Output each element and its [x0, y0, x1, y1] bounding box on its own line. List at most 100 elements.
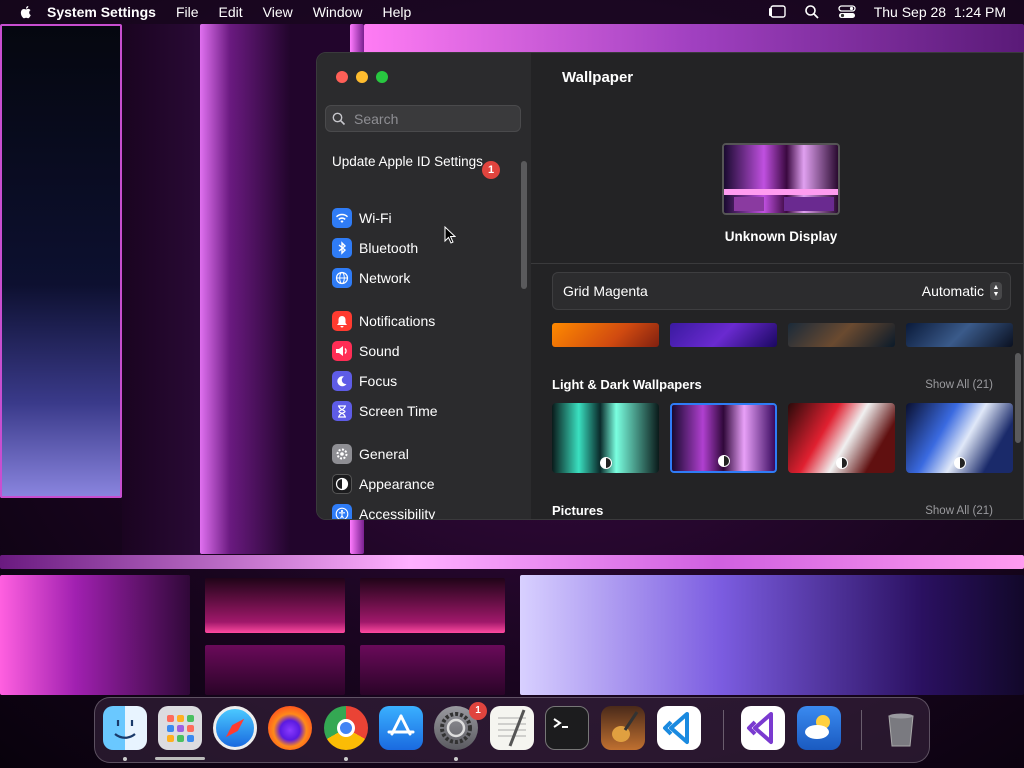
finder-icon[interactable]: [103, 706, 147, 750]
sidebar-item-screen-time[interactable]: Screen Time: [332, 400, 438, 422]
apple-id-badge: 1: [482, 161, 500, 179]
wallpaper-thumbnail[interactable]: [788, 323, 895, 347]
wallpaper-thumbnail[interactable]: [906, 323, 1013, 347]
sidebar-scrollbar[interactable]: [521, 161, 527, 289]
speaker-icon: [332, 341, 352, 361]
bluetooth-icon: [332, 238, 352, 258]
zoom-window-button[interactable]: [376, 71, 388, 83]
sidebar-item-sound[interactable]: Sound: [332, 340, 399, 362]
running-indicator: [123, 757, 127, 761]
section-title-light-dark: Light & Dark Wallpapers: [552, 377, 702, 392]
menu-help[interactable]: Help: [383, 4, 412, 20]
light-dark-icon: [835, 457, 848, 469]
wallpaper-thumbnail[interactable]: [552, 323, 659, 347]
system-settings-badge: 1: [469, 702, 487, 720]
safari-icon[interactable]: [213, 706, 257, 750]
light-dark-icon: [953, 457, 966, 469]
spotlight-search-icon[interactable]: [804, 4, 820, 20]
display-preview: [722, 143, 840, 215]
garageband-icon[interactable]: [601, 706, 645, 750]
sidebar-item-label: General: [359, 446, 409, 462]
minimize-window-button[interactable]: [356, 71, 368, 83]
show-all-button[interactable]: Show All (21): [925, 379, 993, 391]
running-indicator: [344, 757, 348, 761]
dock-scroll-indicator: [155, 757, 205, 760]
wallpaper-tile[interactable]: [906, 403, 1013, 473]
sidebar-item-label: Notifications: [359, 313, 436, 329]
sidebar-item-label: Bluetooth: [359, 240, 419, 256]
menu-window[interactable]: Window: [313, 4, 363, 20]
sidebar-search[interactable]: [325, 105, 521, 132]
divider: [531, 263, 1023, 264]
weather-icon[interactable]: [797, 706, 841, 750]
search-input[interactable]: [352, 109, 516, 128]
accessibility-icon: [332, 504, 352, 519]
apple-menu-icon[interactable]: [18, 4, 34, 20]
gear-icon: [332, 444, 352, 464]
chrome-icon[interactable]: [324, 706, 368, 750]
menu-view[interactable]: View: [263, 4, 293, 20]
section-title-pictures: Pictures: [552, 503, 604, 518]
wallpaper-selector-row: Grid Magenta Automatic ▲ ▼: [552, 272, 1011, 310]
menu-bar: System Settings File Edit View Window He…: [0, 0, 1024, 24]
sidebar-item-wifi[interactable]: Wi-Fi: [332, 207, 392, 229]
menu-edit[interactable]: Edit: [219, 4, 243, 20]
wallpaper-tile-selected[interactable]: [670, 403, 777, 473]
appearance-mode-value: Automatic: [921, 283, 984, 299]
app-store-icon[interactable]: [379, 706, 423, 750]
light-dark-icon: [599, 457, 612, 469]
light-dark-icon: [717, 455, 730, 467]
wallpaper-name: Grid Magenta: [563, 283, 648, 299]
control-center-icon[interactable]: [838, 5, 856, 19]
vscode-icon[interactable]: [657, 706, 701, 750]
sidebar-item-accessibility[interactable]: Accessibility: [332, 503, 435, 519]
launchpad-icon[interactable]: [158, 706, 202, 750]
dock: 1: [94, 697, 930, 763]
sidebar-item-label: Network: [359, 270, 411, 286]
moon-icon: [332, 371, 352, 391]
textedit-icon[interactable]: [490, 706, 534, 750]
display-name: Unknown Display: [724, 229, 838, 244]
dock-separator: [723, 710, 724, 750]
show-all-button[interactable]: Show All (21): [925, 505, 993, 517]
wallpaper-thumbnail[interactable]: [670, 323, 777, 347]
sidebar-item-bluetooth[interactable]: Bluetooth: [332, 237, 418, 259]
sidebar-item-general[interactable]: General: [332, 443, 409, 465]
visual-studio-icon[interactable]: [741, 706, 785, 750]
menubar-clock[interactable]: Thu Sep 28 1:24 PM: [874, 4, 1006, 20]
sidebar-item-appearance[interactable]: Appearance: [332, 473, 435, 495]
appearance-icon: [332, 474, 352, 494]
system-settings-window: Update Apple ID Settings 1 Wi-Fi Bluetoo…: [316, 52, 1024, 520]
bell-icon: [332, 311, 352, 331]
sidebar-item-label: Focus: [359, 373, 398, 389]
wallpaper-pane: Wallpaper Unknown Display Grid Magenta A…: [531, 53, 1023, 519]
wifi-icon: [332, 208, 352, 228]
menu-file[interactable]: File: [176, 4, 199, 20]
content-scrollbar[interactable]: [1015, 353, 1021, 443]
sidebar-item-notifications[interactable]: Notifications: [332, 310, 435, 332]
running-indicator: [454, 757, 458, 761]
page-title: Wallpaper: [562, 69, 634, 86]
appearance-mode-popup[interactable]: Automatic ▲ ▼: [922, 282, 1002, 300]
sidebar-item-network[interactable]: Network: [332, 267, 410, 289]
settings-sidebar: Update Apple ID Settings 1 Wi-Fi Bluetoo…: [317, 53, 532, 519]
chevron-updown-icon: ▲ ▼: [990, 282, 1002, 300]
sidebar-item-label: Sound: [359, 343, 400, 359]
globe-icon: [332, 268, 352, 288]
stage-manager-icon[interactable]: [768, 5, 786, 19]
trash-icon[interactable]: [879, 706, 923, 750]
search-icon: [332, 112, 346, 125]
mouse-cursor-icon: [444, 226, 456, 244]
wallpaper-tile[interactable]: [788, 403, 895, 473]
app-menu[interactable]: System Settings: [47, 4, 156, 20]
wallpaper-tile[interactable]: [552, 403, 659, 473]
sidebar-item-focus[interactable]: Focus: [332, 370, 397, 392]
firefox-icon[interactable]: [268, 706, 312, 750]
terminal-icon[interactable]: [545, 706, 589, 750]
sidebar-item-label: Wi-Fi: [359, 210, 392, 226]
dock-separator: [861, 710, 862, 750]
sidebar-item-label: Screen Time: [359, 403, 438, 419]
hourglass-icon: [332, 401, 352, 421]
close-window-button[interactable]: [336, 71, 348, 83]
apple-id-update-item[interactable]: Update Apple ID Settings: [332, 154, 502, 170]
